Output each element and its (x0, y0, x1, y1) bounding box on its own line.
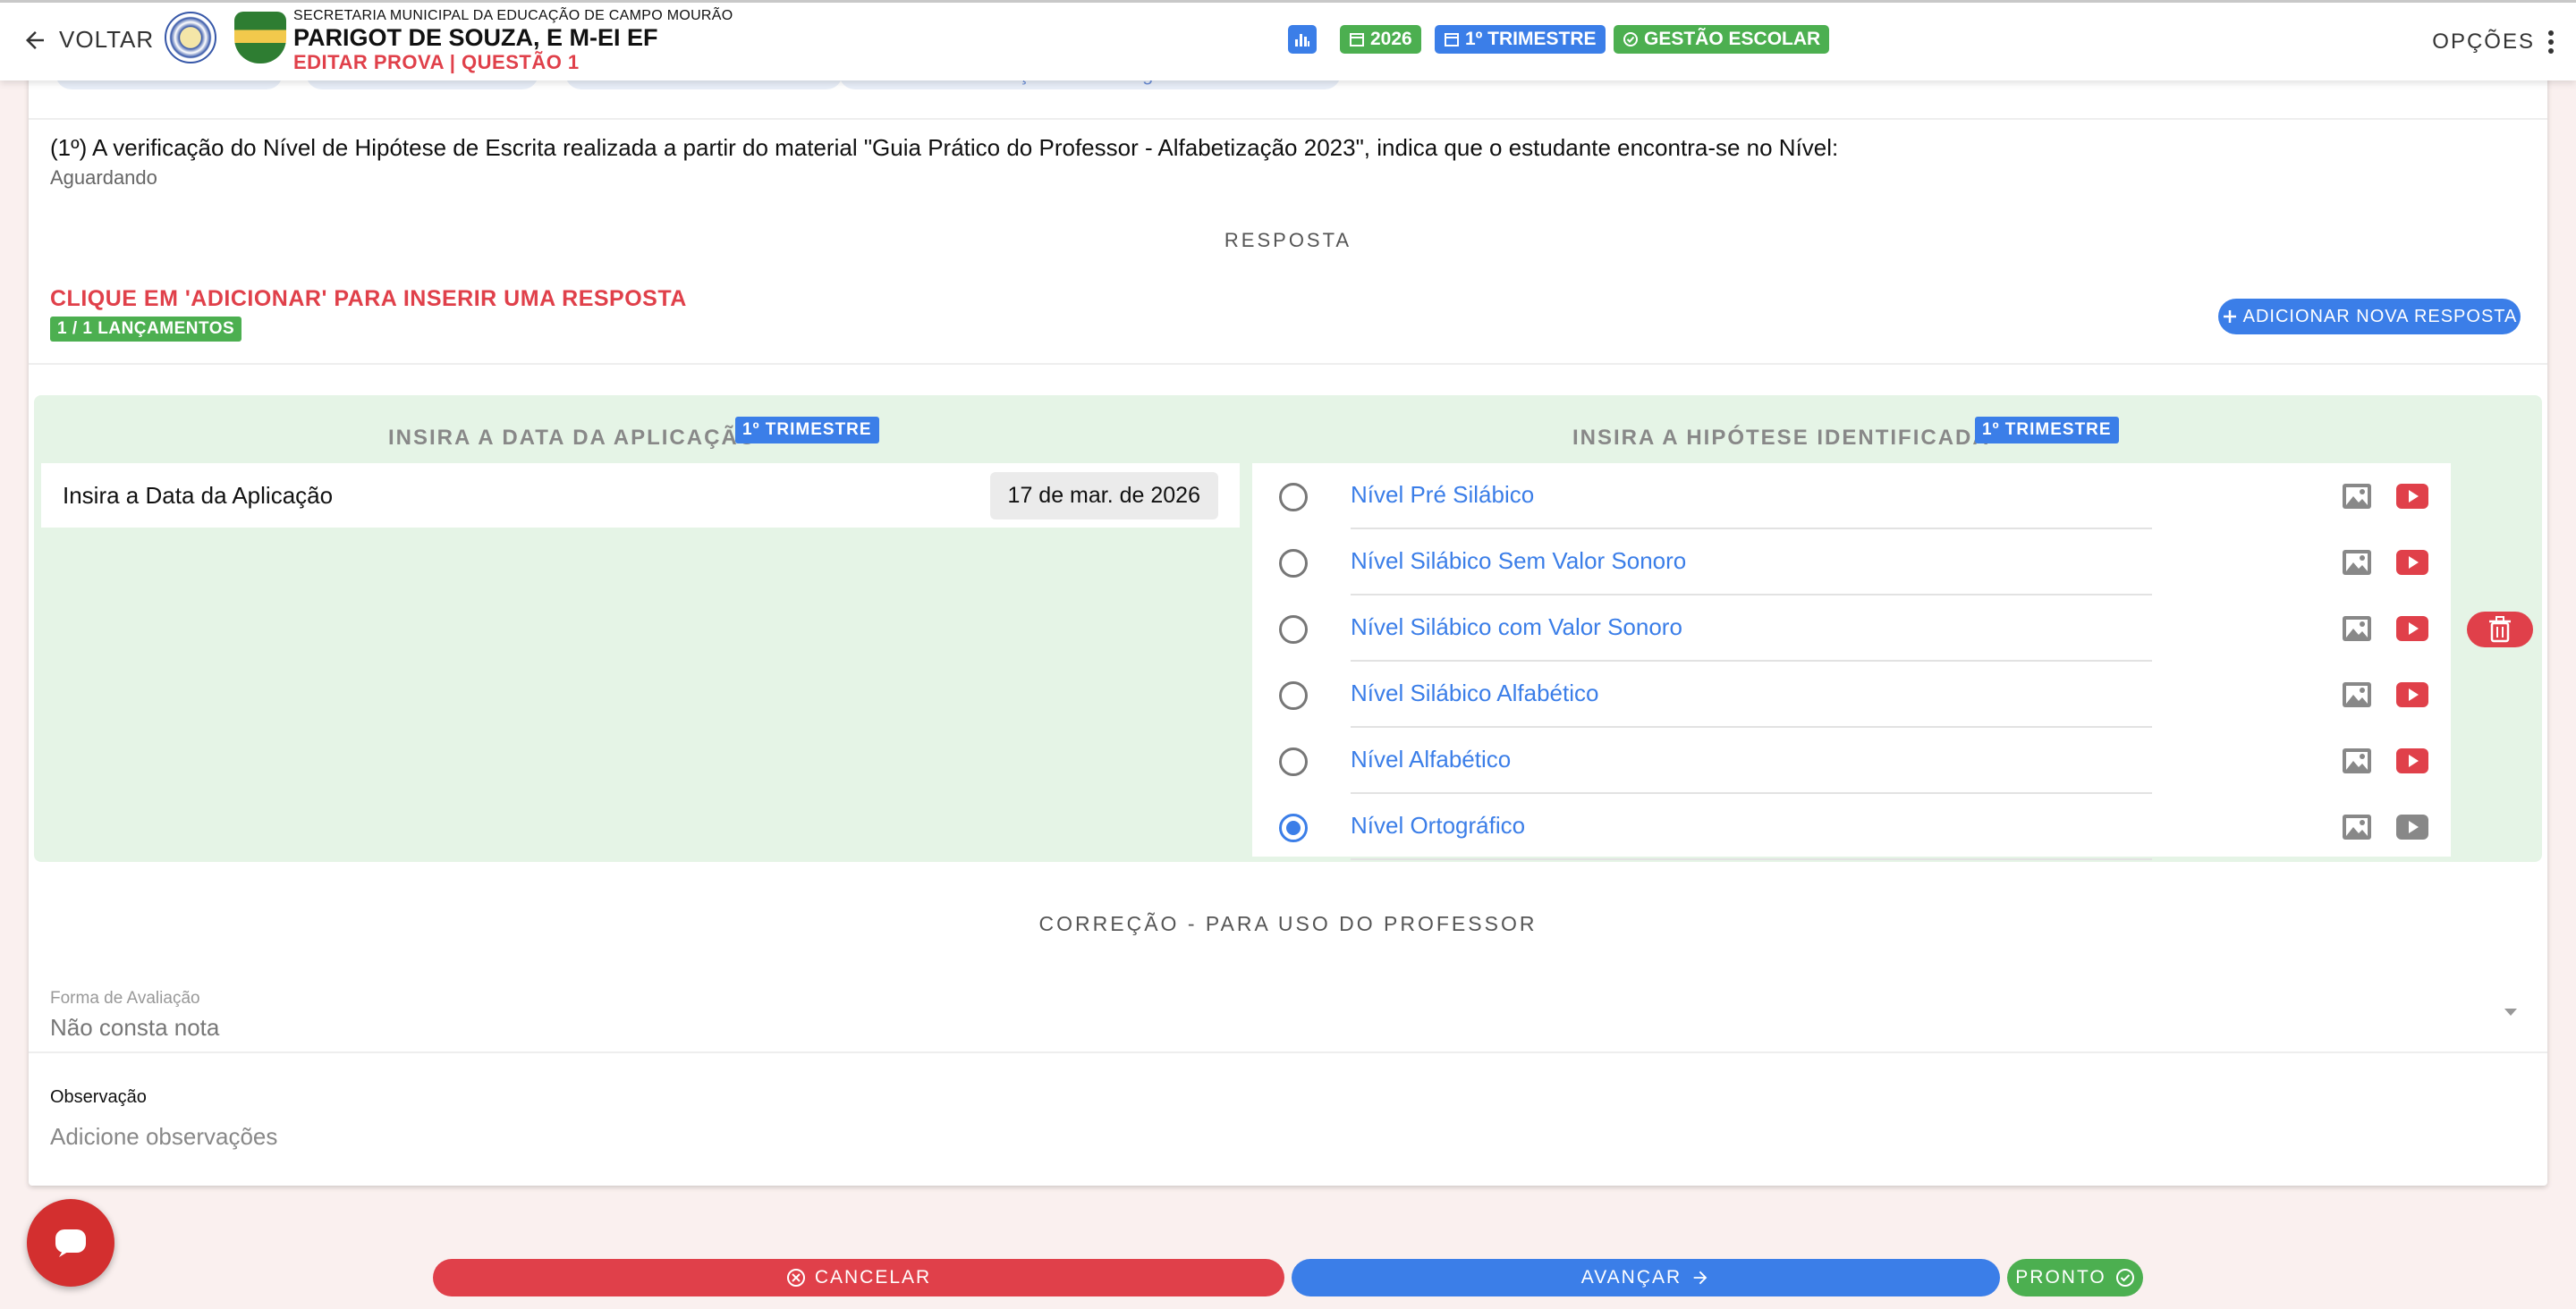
more-vertical-icon (2548, 30, 2554, 54)
image-icon[interactable] (2342, 483, 2372, 510)
observacao-label: Observação (50, 1087, 147, 1107)
radio-button[interactable] (1279, 483, 1308, 511)
top-bar: VOLTAR SECRETARIA MUNICIPAL DA EDUCAÇÃO … (0, 0, 2576, 80)
school-info: SECRETARIA MUNICIPAL DA EDUCAÇÃO DE CAMP… (293, 8, 733, 74)
hypothesis-option-label[interactable]: Nível Ortográfico (1351, 812, 1525, 840)
check-circle-icon (2115, 1269, 2134, 1287)
hypothesis-option-label[interactable]: Nível Pré Silábico (1351, 481, 1534, 509)
hypothesis-option-label[interactable]: Nível Silábico Sem Valor Sonoro (1351, 547, 1686, 575)
city-logo (165, 12, 216, 63)
cancel-button[interactable]: CANCELAR (433, 1259, 1284, 1296)
hypothesis-option-label[interactable]: Nível Silábico Alfabético (1351, 680, 1598, 707)
options-label: OPÇÕES (2432, 30, 2535, 54)
image-icon[interactable] (2342, 814, 2372, 840)
image-icon[interactable] (2342, 681, 2372, 708)
chevron-down-icon[interactable] (2504, 1009, 2517, 1016)
arrow-left-icon (26, 30, 44, 49)
radio-button[interactable] (1279, 549, 1308, 578)
video-play-icon[interactable] (2395, 615, 2429, 642)
hypothesis-option[interactable]: Nível Alfabético (1252, 728, 2451, 794)
arrow-right-icon (1693, 1271, 1707, 1285)
school-name: PARIGOT DE SOUZA, E M-EI EF (293, 24, 658, 51)
gestao-chip[interactable]: GESTÃO ESCOLAR (1614, 25, 1830, 54)
observacao-input[interactable]: Adicione observações (50, 1123, 277, 1151)
image-icon[interactable] (2342, 747, 2372, 774)
date-field[interactable]: Insira a Data da Aplicação 17 de mar. de… (41, 463, 1240, 528)
bottom-bar: CANCELAR AVANÇAR PRONTO (0, 1234, 2576, 1309)
video-play-icon[interactable] (2395, 814, 2429, 840)
radio-button[interactable] (1279, 747, 1308, 776)
radio-button[interactable] (1279, 681, 1308, 710)
divider (29, 363, 2547, 365)
plus-icon (2223, 310, 2236, 323)
question-status: Aguardando (50, 166, 157, 189)
year-label: 2026 (1370, 29, 1412, 49)
edit-question-label: EDITAR PROVA | QUESTÃO 1 (293, 51, 580, 73)
question-text: (1º) A verificação do Nível de Hipótese … (50, 134, 1839, 161)
gestao-label: GESTÃO ESCOLAR (1644, 29, 1821, 49)
forma-avaliacao-label: Forma de Avaliação (50, 989, 200, 1008)
video-play-icon[interactable] (2395, 549, 2429, 576)
date-field-label: Insira a Data da Aplicação (63, 481, 334, 509)
video-play-icon[interactable] (2395, 681, 2429, 708)
hypothesis-column-title: INSIRA A HIPÓTESE IDENTIFICADA (1572, 426, 1990, 450)
hypothesis-option-label[interactable]: Nível Silábico com Valor Sonoro (1351, 613, 1682, 641)
image-icon[interactable] (2342, 549, 2372, 576)
add-response-label: ADICIONAR NOVA RESPOSTA (2242, 306, 2518, 326)
divider (29, 118, 2547, 120)
correcao-title: CORREÇÃO - PARA USO DO PROFESSOR (1038, 912, 1538, 935)
done-button[interactable]: PRONTO (2007, 1259, 2143, 1296)
radio-button[interactable] (1279, 615, 1308, 644)
add-instruction: CLIQUE EM 'ADICIONAR' PARA INSERIR UMA R… (50, 286, 687, 311)
date-value[interactable]: 17 de mar. de 2026 (989, 471, 1218, 519)
back-label: VOLTAR (59, 26, 155, 53)
secretaria-label: SECRETARIA MUNICIPAL DA EDUCAÇÃO DE CAMP… (293, 8, 733, 23)
delete-response-button[interactable] (2467, 612, 2533, 647)
trimester-badge: 1º TRIMESTRE (735, 417, 879, 443)
year-chip[interactable]: 2026 (1340, 25, 1421, 54)
chat-bubble-icon (55, 1229, 86, 1257)
resposta-title: RESPOSTA (1224, 229, 1352, 251)
check-circle-icon (1623, 32, 1638, 46)
date-column-title: INSIRA A DATA DA APLICAÇÃO (388, 426, 758, 450)
image-icon[interactable] (2342, 615, 2372, 642)
forma-avaliacao-select[interactable]: Não consta nota (50, 1014, 219, 1042)
hypothesis-option[interactable]: Nível Silábico Sem Valor Sonoro (1252, 529, 2451, 595)
divider (1351, 858, 2152, 860)
next-button[interactable]: AVANÇAR (1292, 1259, 2000, 1296)
chat-button[interactable] (27, 1199, 114, 1287)
back-button[interactable]: VOLTAR (21, 26, 154, 54)
video-play-icon[interactable] (2395, 747, 2429, 774)
trimester-chip[interactable]: 1º TRIMESTRE (1435, 25, 1606, 54)
hypothesis-option[interactable]: Nível Pré Silábico (1252, 463, 2451, 529)
trash-icon (2489, 616, 2511, 643)
done-label: PRONTO (2015, 1267, 2106, 1288)
hypothesis-option-label[interactable]: Nível Alfabético (1351, 746, 1511, 773)
school-crest-logo (234, 12, 286, 63)
next-label: AVANÇAR (1580, 1267, 1682, 1288)
video-play-icon[interactable] (2395, 483, 2429, 510)
divider (29, 1051, 2547, 1053)
calendar-icon (1445, 33, 1459, 46)
trimester-badge: 1º TRIMESTRE (1975, 417, 2119, 443)
chart-icon-button[interactable] (1288, 25, 1317, 54)
options-menu[interactable]: OPÇÕES (2432, 30, 2555, 55)
radio-button[interactable] (1279, 814, 1308, 842)
hypothesis-options: Nível Pré Silábico Nível Silábico Sem Val… (1252, 463, 2451, 860)
lancamentos-badge: 1 / 1 LANÇAMENTOS (50, 317, 242, 342)
hypothesis-option[interactable]: Nível Silábico Alfabético (1252, 662, 2451, 728)
cancel-label: CANCELAR (814, 1267, 932, 1288)
bar-chart-icon (1295, 34, 1309, 46)
close-circle-icon (786, 1269, 805, 1287)
calendar-icon (1350, 33, 1364, 46)
hypothesis-option[interactable]: Nível Silábico com Valor Sonoro (1252, 595, 2451, 662)
hypothesis-option[interactable]: Nível Ortográfico (1252, 794, 2451, 860)
add-response-button[interactable]: ADICIONAR NOVA RESPOSTA (2218, 299, 2521, 334)
trimester-label: 1º TRIMESTRE (1465, 29, 1597, 49)
